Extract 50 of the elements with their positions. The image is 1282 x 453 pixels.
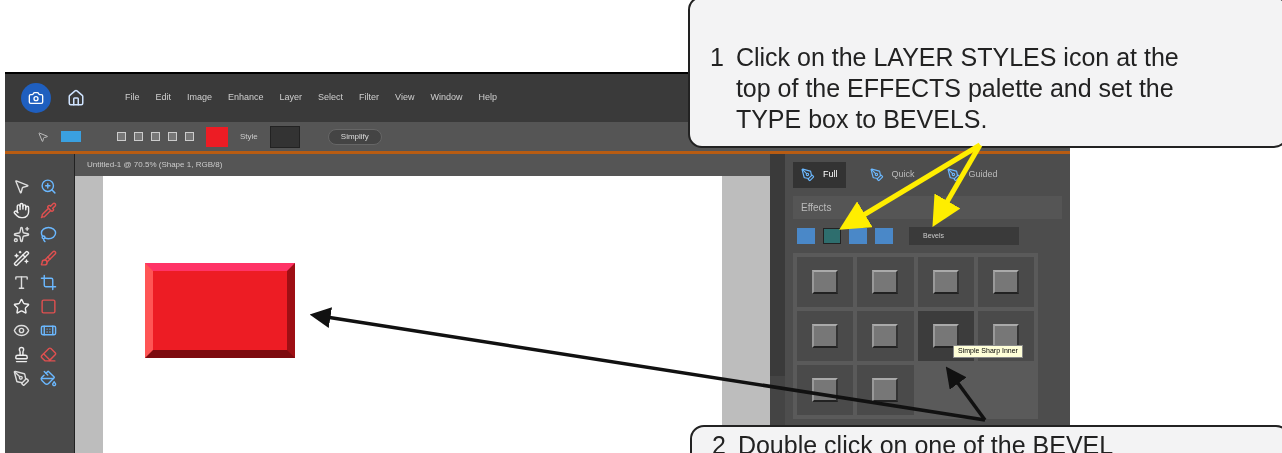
bevel-thumbnail[interactable] [917, 257, 974, 307]
brush-selection-tool-icon[interactable] [39, 250, 57, 267]
menu-item[interactable]: Window [430, 91, 463, 105]
eyedropper-tool-icon[interactable] [39, 202, 57, 219]
callout-text: Click on the LAYER STYLES icon at the top of the EFFECTS palette and set the TYPE box to BEVELS. [735, 42, 1180, 135]
bevel-thumbnail[interactable] [857, 311, 914, 361]
menu-item[interactable]: Help [478, 91, 497, 105]
scrollbar[interactable] [770, 154, 785, 376]
lasso-tool-icon[interactable] [39, 226, 57, 243]
bevel-thumbnail[interactable] [797, 365, 854, 415]
zoom-tool-icon[interactable] [39, 178, 57, 195]
bevel-thumbnail[interactable] [857, 365, 914, 415]
bevel-thumbnail[interactable] [797, 311, 854, 361]
style-picker[interactable] [269, 125, 300, 148]
menu-item[interactable]: Image [187, 91, 213, 105]
stamp-tool-icon[interactable] [13, 346, 30, 363]
effect-type-icon[interactable] [823, 228, 841, 244]
home-icon[interactable] [67, 89, 85, 107]
color-swatch[interactable] [206, 126, 228, 147]
menu-item[interactable]: Layer [279, 91, 303, 105]
menu-item[interactable]: File [125, 91, 140, 105]
magic-wand-tool-icon[interactable] [13, 250, 30, 267]
menu-item[interactable]: Select [318, 91, 344, 105]
bevel-thumbnail[interactable] [797, 257, 854, 307]
simplify-button[interactable]: Simplify [327, 128, 382, 145]
style-label: Style [240, 130, 258, 143]
eraser-tool-icon[interactable] [39, 346, 57, 363]
camera-logo-icon[interactable] [21, 83, 51, 113]
mode-tab[interactable]: Full [793, 162, 846, 188]
pen-icon [946, 168, 961, 182]
crop-tool-icon[interactable] [39, 274, 57, 291]
type-tool-icon[interactable] [13, 274, 30, 291]
menu-item[interactable]: Enhance [228, 91, 264, 105]
pen-icon [801, 168, 815, 182]
document-tab[interactable]: Untitled-1 @ 70.5% (Shape 1, RGB/8) [75, 154, 770, 176]
bevel-thumbnail[interactable] [857, 257, 914, 307]
shape-swatch-icon[interactable] [61, 131, 81, 142]
mode-tab[interactable]: Quick [861, 162, 923, 188]
mode-tab[interactable]: Guided [938, 162, 1006, 188]
step-number: 1 [710, 42, 724, 73]
paint-bucket-tool-icon[interactable] [39, 370, 57, 387]
menu-item[interactable]: View [395, 91, 415, 105]
eye-tool-icon[interactable] [13, 322, 30, 339]
pointer-icon[interactable] [37, 130, 49, 143]
pen-icon [869, 168, 884, 182]
menu-item[interactable]: Edit [155, 91, 172, 105]
menu-item[interactable]: Filter [359, 91, 380, 105]
hand-tool-icon[interactable] [13, 202, 30, 219]
move-tool-icon[interactable] [13, 178, 30, 195]
bevel-thumbnail[interactable] [977, 257, 1034, 307]
